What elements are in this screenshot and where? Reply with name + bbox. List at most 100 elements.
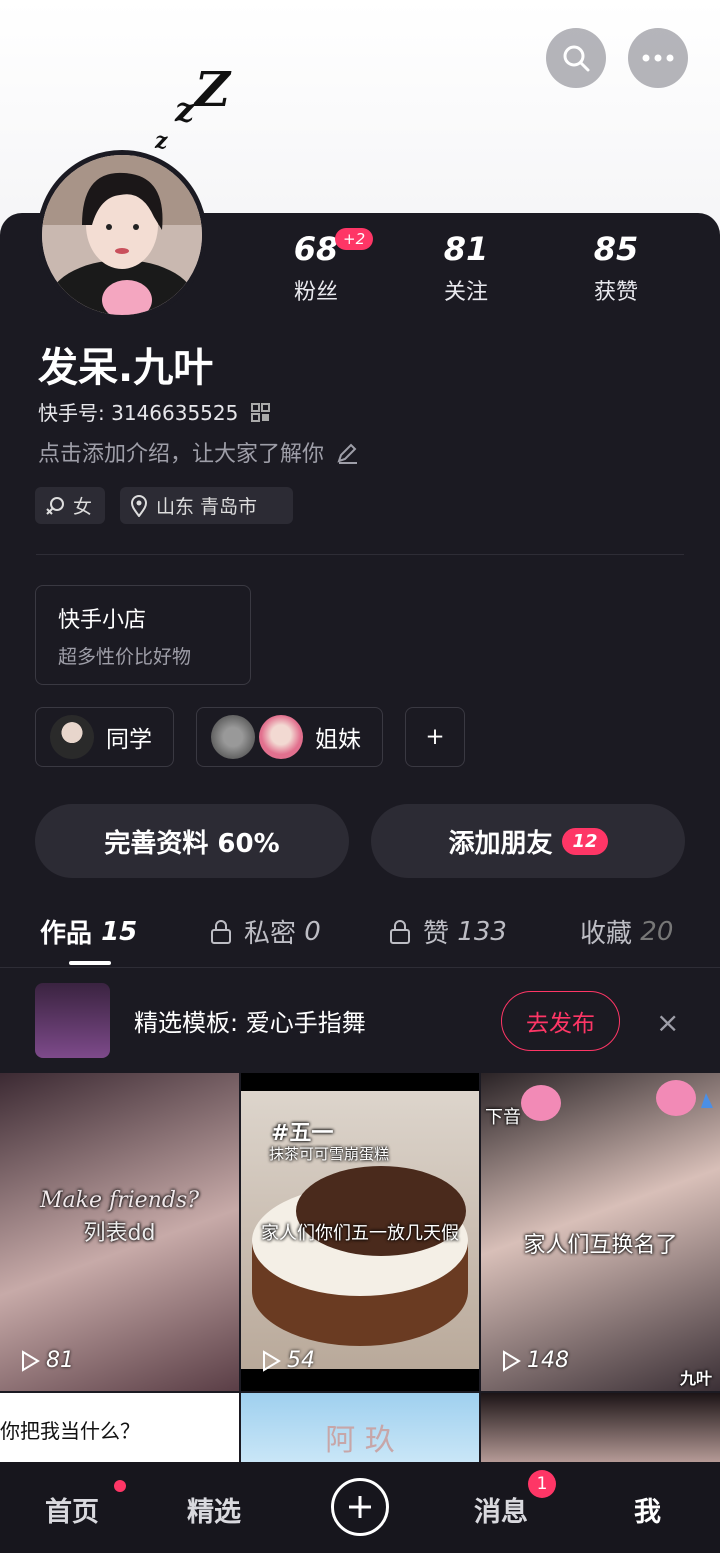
group-chip-classmates[interactable]: 同学 bbox=[35, 707, 174, 767]
add-friend-badge: 12 bbox=[562, 827, 608, 855]
video-caption: 阿 玖 bbox=[325, 1423, 395, 1458]
group-label: 同学 bbox=[106, 727, 152, 753]
template-banner-text: 精选模板: 爱心手指舞 bbox=[134, 1009, 366, 1037]
nav-messages[interactable]: 消息 bbox=[474, 1490, 528, 1529]
add-friend-label: 添加朋友 bbox=[448, 828, 553, 859]
tab-label: 收藏 bbox=[580, 919, 633, 949]
search-button[interactable] bbox=[546, 28, 606, 88]
location-text: 山东 青岛市 bbox=[156, 496, 258, 518]
section-divider bbox=[36, 554, 684, 555]
content-tabs: 作品 15 私密 0 赞 133 收藏 20 bbox=[0, 913, 720, 967]
add-group-button[interactable]: + bbox=[405, 707, 465, 767]
lock-icon bbox=[211, 919, 231, 944]
more-icon bbox=[642, 54, 674, 62]
tab-count: 20 bbox=[640, 916, 674, 947]
stat-fans-label: 粉丝 bbox=[293, 280, 338, 305]
tab-label: 赞 bbox=[423, 919, 450, 949]
tab-works[interactable]: 作品 15 bbox=[40, 913, 137, 950]
play-count-value: 54 bbox=[287, 1348, 315, 1373]
shop-title: 快手小店 bbox=[58, 608, 147, 633]
video-thumbnail[interactable]: 下音 家人们互换名了 九叶 148 bbox=[481, 1073, 720, 1391]
kuaishou-id-text: 快手号: 3146635525 bbox=[38, 401, 239, 425]
group-label: 姐妹 bbox=[315, 727, 361, 753]
complete-profile-label: 完善资料 60% bbox=[104, 828, 280, 859]
video-thumbnail[interactable]: 你把我当什么？ bbox=[0, 1393, 239, 1462]
play-count: 54 bbox=[261, 1348, 315, 1373]
active-tab-indicator bbox=[69, 961, 111, 965]
tab-liked[interactable]: 赞 133 bbox=[389, 913, 507, 950]
plus-icon: + bbox=[425, 724, 445, 750]
avatar-image bbox=[42, 155, 202, 315]
video-caption-en: Make friends? bbox=[39, 1188, 200, 1213]
play-count-value: 81 bbox=[46, 1348, 74, 1373]
location-pin-icon bbox=[130, 494, 148, 517]
stat-likes[interactable]: 85 获赞 bbox=[546, 230, 686, 306]
template-thumbnail bbox=[35, 983, 110, 1058]
gender-tag: 女 bbox=[35, 487, 105, 524]
location-tag: 山东 青岛市 bbox=[120, 487, 293, 524]
home-notification-dot bbox=[114, 1480, 126, 1492]
tab-label: 私密 bbox=[244, 919, 297, 949]
qrcode-icon[interactable] bbox=[250, 403, 271, 423]
search-icon bbox=[563, 45, 590, 72]
stat-likes-value: 85 bbox=[593, 230, 639, 268]
tab-count: 15 bbox=[101, 916, 138, 947]
kuaishou-shop-card[interactable]: 快手小店 超多性价比好物 bbox=[35, 585, 251, 685]
video-thumbnail[interactable]: 阿 玖 bbox=[241, 1393, 479, 1462]
tabs-divider bbox=[0, 967, 720, 968]
intro-prompt[interactable]: 点击添加介绍，让大家了解你 bbox=[38, 436, 359, 468]
video-caption: 你把我当什么？ bbox=[0, 1419, 140, 1443]
nav-me[interactable]: 我 bbox=[634, 1490, 661, 1529]
play-count-value: 148 bbox=[527, 1348, 569, 1373]
video-thumbnail[interactable] bbox=[481, 1393, 720, 1462]
female-icon bbox=[46, 496, 64, 515]
video-thumbnail[interactable]: Make friends? 列表dd 81 bbox=[0, 1073, 239, 1391]
template-banner[interactable]: 精选模板: 爱心手指舞 去发布 × bbox=[0, 970, 720, 1072]
group-avatar bbox=[211, 715, 255, 759]
stat-fans-value: 68 bbox=[293, 230, 339, 268]
stat-following-label: 关注 bbox=[443, 280, 488, 305]
tab-count: 0 bbox=[304, 916, 321, 947]
group-avatar bbox=[50, 715, 94, 759]
play-icon bbox=[263, 1349, 281, 1372]
shop-subtitle: 超多性价比好物 bbox=[58, 646, 192, 668]
kuaishou-id[interactable]: 快手号: 3146635525 bbox=[38, 397, 271, 426]
stat-likes-label: 获赞 bbox=[593, 280, 638, 305]
play-icon bbox=[22, 1349, 40, 1372]
play-icon bbox=[503, 1349, 521, 1372]
video-caption: 列表dd bbox=[83, 1221, 156, 1246]
tab-private[interactable]: 私密 0 bbox=[210, 913, 321, 950]
play-count: 148 bbox=[501, 1348, 569, 1373]
video-caption: 家人们你们五一放几天假 bbox=[261, 1223, 459, 1244]
complete-profile-button[interactable]: 完善资料 60% bbox=[35, 804, 349, 878]
plus-icon bbox=[349, 1496, 371, 1518]
tab-count: 133 bbox=[457, 916, 507, 947]
stat-following[interactable]: 81 关注 bbox=[396, 230, 536, 306]
video-caption: 家人们互换名了 bbox=[523, 1233, 678, 1258]
gender-text: 女 bbox=[73, 496, 93, 518]
bottom-nav: 首页 精选 消息 1 我 bbox=[0, 1462, 720, 1553]
publish-button[interactable]: 去发布 bbox=[501, 991, 620, 1051]
edit-icon bbox=[337, 443, 358, 464]
tab-favorites[interactable]: 收藏 20 bbox=[580, 913, 673, 950]
nav-home[interactable]: 首页 bbox=[45, 1490, 99, 1529]
play-count: 81 bbox=[20, 1348, 74, 1373]
avatar[interactable] bbox=[37, 150, 207, 320]
messages-badge: 1 bbox=[528, 1470, 556, 1498]
profile-name: 发呆.九叶 bbox=[38, 345, 214, 391]
fans-new-badge: +2 bbox=[335, 228, 374, 250]
group-avatar bbox=[259, 715, 303, 759]
add-friend-button[interactable]: 添加朋友 12 bbox=[371, 804, 685, 878]
nav-featured[interactable]: 精选 bbox=[187, 1490, 241, 1529]
create-button[interactable] bbox=[331, 1478, 389, 1536]
lock-icon bbox=[390, 919, 410, 944]
group-chip-sisters[interactable]: 姐妹 bbox=[196, 707, 383, 767]
hair-clips-decoration bbox=[521, 1080, 713, 1121]
video-subtitle: 抹茶可可雪崩蛋糕 bbox=[269, 1145, 390, 1163]
close-icon[interactable]: × bbox=[656, 1006, 679, 1039]
video-thumbnail[interactable]: #五一 抹茶可可雪崩蛋糕 家人们你们五一放几天假 54 bbox=[241, 1073, 479, 1391]
stat-following-value: 81 bbox=[443, 230, 489, 268]
tab-label: 作品 bbox=[40, 919, 93, 949]
more-button[interactable] bbox=[628, 28, 688, 88]
intro-text: 点击添加介绍，让大家了解你 bbox=[38, 442, 325, 467]
